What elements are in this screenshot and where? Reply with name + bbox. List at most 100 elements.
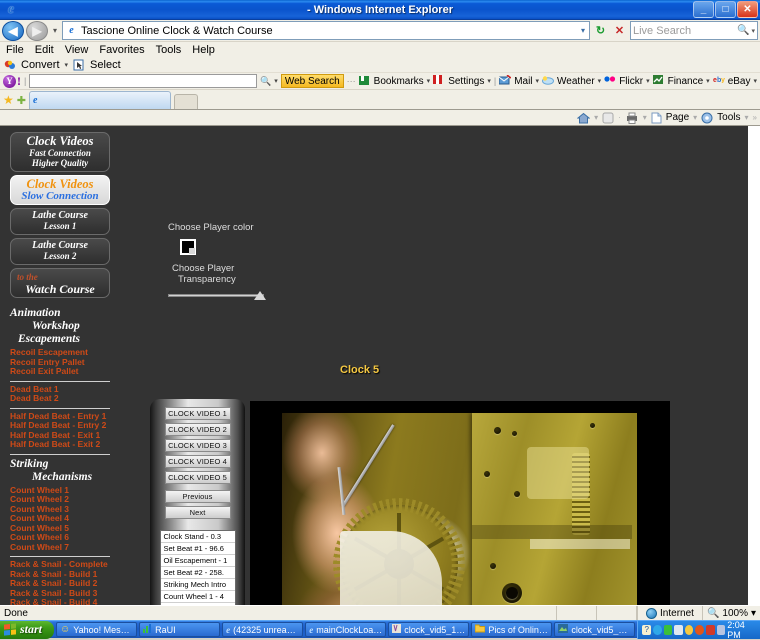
toolbar-item-mail[interactable]: Mail — [514, 76, 532, 87]
taskbar-button[interactable]: clock_vid5_1.JP... — [554, 622, 636, 637]
sidebar-link-rack-snail-build-4[interactable]: Rack & Snail - Build 4 — [10, 597, 110, 605]
help-icon[interactable]: ? — [642, 624, 652, 635]
yahoo-search-dropdown-icon[interactable]: ▾ — [274, 77, 278, 85]
sidebar-button-watch-course[interactable]: to the Watch Course — [10, 268, 110, 298]
address-input[interactable]: e Tascione Online Clock & Watch Course ▾ — [62, 21, 590, 40]
page-dropdown-icon[interactable]: ▾ — [693, 113, 697, 122]
ebay-dropdown-icon[interactable]: ▾ — [753, 77, 757, 85]
yahoo-logo-icon[interactable]: Y! — [3, 74, 21, 89]
transparency-slider[interactable] — [168, 291, 268, 300]
finance-dropdown-icon[interactable]: ▾ — [706, 77, 710, 85]
player-color-swatch[interactable] — [180, 239, 196, 255]
clock-video-4-button[interactable]: CLOCK VIDEO 4 — [164, 455, 231, 468]
speaker-icon[interactable] — [706, 624, 715, 635]
shield-icon[interactable] — [695, 624, 705, 635]
history-dropdown-icon[interactable]: ▾ — [50, 26, 60, 35]
toolbar-item-bookmarks[interactable]: Bookmarks — [374, 76, 424, 87]
favorites-star-icon[interactable]: ★ — [3, 93, 14, 109]
sidebar-button-clock-videos-slow[interactable]: Clock Videos Slow Connection — [10, 175, 110, 205]
clock-video-3-button[interactable]: CLOCK VIDEO 3 — [164, 439, 231, 452]
taskbar-button[interactable]: Pics of Online Co... — [471, 622, 553, 637]
start-button[interactable]: start — [0, 620, 55, 639]
list-item[interactable]: Set Beat #2 - 258. — [160, 567, 235, 579]
next-button[interactable]: Next — [164, 506, 231, 519]
menu-item-view[interactable]: View — [65, 44, 89, 56]
bookmarks-dropdown-icon[interactable]: ▾ — [427, 77, 431, 85]
taskbar-button[interactable]: ☺ Yahoo! Messenger — [56, 622, 138, 637]
taskbar-clock[interactable]: 2:04 PM — [727, 620, 756, 640]
flickr-dropdown-icon[interactable]: ▾ — [646, 77, 650, 85]
weather-dropdown-icon[interactable]: ▾ — [598, 77, 602, 85]
sync-icon[interactable] — [653, 624, 662, 635]
menu-item-help[interactable]: Help — [192, 44, 215, 56]
print-icon[interactable] — [625, 112, 639, 124]
new-tab-button[interactable] — [173, 94, 198, 109]
sidebar-button-lathe-lesson-2[interactable]: Lathe Course Lesson 2 — [10, 238, 110, 265]
security-zone[interactable]: Internet — [637, 606, 702, 620]
command-sep-1[interactable]: ▾ — [594, 113, 598, 122]
menu-item-file[interactable]: File — [6, 44, 24, 56]
sidebar-link-recoil-exit-pallet[interactable]: Recoil Exit Pallet — [10, 366, 110, 377]
command-overflow-icon[interactable]: » — [753, 113, 757, 122]
close-button[interactable]: ✕ — [737, 1, 758, 18]
previous-button[interactable]: Previous — [164, 490, 231, 503]
chapter-list[interactable]: Clock Stand - 0.3 Set Beat #1 - 96.6 Oil… — [159, 530, 236, 605]
yahoo-search-icon[interactable]: 🔍 — [260, 76, 271, 87]
list-item[interactable]: Striking Mech Intro — [160, 579, 235, 591]
power-icon[interactable] — [684, 624, 694, 635]
list-item[interactable]: Rack & Snail - 772 — [160, 603, 235, 605]
taskbar-button[interactable]: e mainClockLoader... — [305, 622, 387, 637]
zoom-control[interactable]: 🔍 100% ▾ — [701, 606, 760, 620]
select-button[interactable]: Select — [90, 59, 121, 71]
menu-item-favorites[interactable]: Favorites — [99, 44, 144, 56]
tools-dropdown-icon[interactable]: ▾ — [745, 113, 749, 122]
mail-dropdown-icon[interactable]: ▾ — [536, 77, 540, 85]
toolbar-item-finance[interactable]: Finance — [668, 76, 704, 87]
sidebar-link-dead-beat-2[interactable]: Dead Beat 2 — [10, 393, 110, 404]
list-item[interactable]: Set Beat #1 - 96.6 — [160, 543, 235, 555]
network-icon[interactable] — [674, 624, 683, 635]
browser-tab-active[interactable]: e — [28, 91, 171, 109]
back-button[interactable]: ◀ — [2, 20, 24, 41]
add-to-favorites-icon[interactable]: ✚ — [17, 94, 26, 109]
refresh-button[interactable]: ↻ — [592, 22, 609, 39]
list-item[interactable]: Oil Escapement - 1 — [160, 555, 235, 567]
monitor-icon[interactable] — [716, 624, 726, 635]
web-search-button[interactable]: Web Search — [280, 74, 344, 88]
sidebar-link-half-dead-beat-exit-2[interactable]: Half Dead Beat - Exit 2 — [10, 439, 110, 450]
address-dropdown-icon[interactable]: ▾ — [581, 26, 587, 35]
zoom-dropdown-icon[interactable]: ▾ — [751, 608, 756, 619]
settings-dropdown-icon[interactable]: ▾ — [487, 77, 491, 85]
taskbar-button[interactable]: e (42325 unread) ... — [222, 622, 304, 637]
clock-video-5-button[interactable]: CLOCK VIDEO 5 — [164, 471, 231, 484]
taskbar-button[interactable]: RaUI — [139, 622, 221, 637]
stop-button[interactable]: ✕ — [611, 22, 628, 39]
toolbar-item-ebay[interactable]: eBay — [728, 76, 751, 87]
command-sep-3[interactable]: ▾ — [643, 113, 647, 122]
list-item[interactable]: Clock Stand - 0.3 — [160, 531, 235, 543]
signal-icon[interactable] — [663, 624, 673, 635]
maximize-button[interactable]: □ — [715, 1, 736, 18]
sidebar-link-count-wheel-7[interactable]: Count Wheel 7 — [10, 542, 110, 553]
clock-video-2-button[interactable]: CLOCK VIDEO 2 — [164, 423, 231, 436]
convert-dropdown-icon[interactable]: ▾ — [65, 61, 69, 69]
convert-button[interactable]: Convert — [21, 59, 60, 71]
slider-thumb[interactable] — [254, 291, 266, 300]
list-item[interactable]: Count Wheel 1 - 4 — [160, 591, 235, 603]
sidebar-button-clock-videos-fast[interactable]: Clock Videos Fast Connection Higher Qual… — [10, 132, 110, 172]
toolbar-item-weather[interactable]: Weather — [557, 76, 595, 87]
toolbar-item-flickr[interactable]: Flickr — [619, 76, 643, 87]
sidebar-button-lathe-lesson-1[interactable]: Lathe Course Lesson 1 — [10, 208, 110, 235]
page-menu-button[interactable]: Page — [666, 112, 689, 123]
search-dropdown-icon[interactable]: ▾ — [749, 27, 755, 35]
search-icon[interactable]: 🔍 — [737, 25, 749, 36]
toolbar-item-settings[interactable]: Settings — [448, 76, 484, 87]
menu-item-tools[interactable]: Tools — [156, 44, 182, 56]
taskbar-button[interactable]: clock_vid5_1.JP... — [388, 622, 470, 637]
minimize-button[interactable]: _ — [693, 1, 714, 18]
menu-item-edit[interactable]: Edit — [35, 44, 54, 56]
clock-video-1-button[interactable]: CLOCK VIDEO 1 — [164, 407, 231, 420]
live-search-input[interactable]: Live Search 🔍 ▾ — [630, 21, 758, 40]
yahoo-search-input[interactable] — [29, 74, 258, 88]
tools-menu-button[interactable]: Tools — [717, 112, 740, 123]
